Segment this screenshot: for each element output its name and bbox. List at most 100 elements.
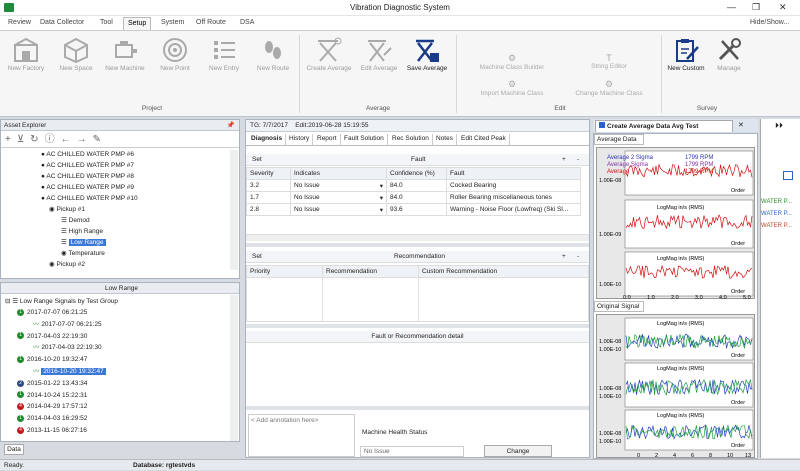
tab-fault-solution[interactable]: Fault Solution xyxy=(341,134,388,145)
add-fault-button[interactable]: + xyxy=(562,154,566,166)
brush-icon[interactable]: ✎ xyxy=(93,134,107,145)
tree-item-selected[interactable]: ☰ Low Range xyxy=(61,238,106,248)
y-tick-label: 1.00E-08 xyxy=(599,178,621,184)
new-factory-button[interactable]: New Factory xyxy=(4,37,48,73)
new-custom-button[interactable]: New Custom xyxy=(664,37,708,73)
info-icon[interactable]: ⓘ xyxy=(45,134,61,145)
tab-rec-solution[interactable]: Rec Solution xyxy=(389,134,433,145)
change-machine-class-button[interactable]: ⚙ Change Machine Class xyxy=(564,79,654,97)
tree-item[interactable]: ● AC CHILLED WATER PMP #10 xyxy=(41,194,138,204)
tree-item[interactable]: ● AC CHILLED WATER PMP #9 xyxy=(41,183,134,193)
tab-system[interactable]: System xyxy=(157,17,188,30)
y-axis-label: LogMag in/s (RMS) xyxy=(657,205,705,211)
tab-tool[interactable]: Tool xyxy=(96,17,117,30)
tab-off-route[interactable]: Off Route xyxy=(192,17,230,30)
signal-item[interactable]: 4 2013-11-15 06:27:16 xyxy=(17,426,87,436)
signal-item[interactable]: 1 2014-10-24 15:22:31 xyxy=(17,391,87,401)
new-space-button[interactable]: New Space xyxy=(54,37,98,73)
remove-rec-button[interactable]: - xyxy=(577,251,579,263)
right-list-item[interactable]: WATER P... xyxy=(761,199,792,205)
signal-subitem[interactable]: 〰 2016-10-20 19:32:47 xyxy=(33,367,106,377)
new-machine-button[interactable]: New Machine xyxy=(103,37,147,73)
signal-subitem[interactable]: 〰 2017-07-07 06:21:25 xyxy=(33,320,102,330)
splitter[interactable] xyxy=(246,243,589,247)
tree-item[interactable]: ☰ Demod xyxy=(61,216,90,226)
signals-root[interactable]: ⊟ ☰ Low Range Signals by Test Group xyxy=(5,297,118,307)
tree-item[interactable]: ● AC CHILLED WATER PMP #7 xyxy=(41,161,134,171)
table-row[interactable]: 1.7 No Issue ▾ 84.0 Roller Bearing miscellan… xyxy=(246,191,581,204)
tab-history[interactable]: History xyxy=(286,134,314,145)
average-data-tab[interactable]: Average Data xyxy=(594,134,644,145)
splitter[interactable] xyxy=(246,406,589,410)
add-rec-button[interactable]: + xyxy=(562,251,566,263)
remove-fault-button[interactable]: - xyxy=(577,154,579,166)
save-average-button[interactable]: Save Average xyxy=(405,37,449,73)
x-tick-label: 3.0 xyxy=(695,295,703,300)
original-signal-tab[interactable]: Original Signal xyxy=(594,301,644,312)
table-row[interactable]: 3.2 No Issue ▾ 84.0 Cocked Bearing xyxy=(246,179,581,192)
import-machine-class-button[interactable]: ⚙ Import Machine Class xyxy=(472,79,552,97)
hide-show-button[interactable]: Hide/Show... xyxy=(746,17,793,30)
tab-diagnosis[interactable]: Diagnosis xyxy=(248,134,287,145)
signal-item[interactable]: 4 2014-04-29 17:57:12 xyxy=(17,402,87,412)
signal-item[interactable]: 1 2014-04-03 16:29:52 xyxy=(17,414,87,424)
splitter[interactable] xyxy=(246,324,589,328)
add-icon[interactable]: + xyxy=(5,134,17,145)
tree-item[interactable]: ◉ Pickup #2 xyxy=(49,260,85,270)
status-circle-icon: 1 xyxy=(17,332,24,340)
tab-notes[interactable]: Notes xyxy=(433,134,457,145)
tree-item[interactable]: ● AC CHILLED WATER PMP #8 xyxy=(41,172,134,182)
table-row[interactable]: 2.8 No Issue ▾ 93.6 Warning - Noise Floor (L… xyxy=(246,203,581,216)
asset-explorer-header: Asset Explorer 📌 xyxy=(1,120,239,131)
tab-data-collector[interactable]: Data Collector xyxy=(36,17,88,30)
close-tab-icon[interactable]: ✕ xyxy=(738,121,744,129)
tree-item[interactable]: ● AC CHILLED WATER PMP #6 xyxy=(41,150,134,160)
right-list-item[interactable]: WATER P... xyxy=(761,211,792,217)
tools-icon xyxy=(716,37,742,63)
manage-button[interactable]: Manage xyxy=(707,37,751,73)
close-button[interactable]: ✕ xyxy=(779,2,787,13)
export-icon[interactable] xyxy=(783,171,793,180)
vertical-scrollbar[interactable] xyxy=(230,150,238,270)
tree-item[interactable]: ◉ Pickup #1 xyxy=(49,205,85,215)
back-arrow-icon[interactable]: ← xyxy=(61,134,77,145)
signal-subitem[interactable]: 〰 2017-04-03 22:19:30 xyxy=(33,343,102,353)
signal-item[interactable]: 1 2016-10-20 19:32:47 xyxy=(17,355,87,365)
panel-arrow-icon[interactable]: ⏵⏵ xyxy=(775,121,783,131)
tab-edit-cited-peak[interactable]: Edit Cited Peak xyxy=(458,134,510,145)
new-entry-button[interactable]: New Entry xyxy=(202,37,246,73)
rotate-icon[interactable]: ↻ xyxy=(30,134,44,145)
filter-icon[interactable]: ⊻ xyxy=(17,134,30,145)
tab-setup[interactable]: Setup xyxy=(123,17,152,30)
tab-review[interactable]: Review xyxy=(4,17,35,30)
create-average-button[interactable]: Create Average xyxy=(304,37,354,73)
data-tab[interactable]: Data xyxy=(4,444,24,455)
tab-report[interactable]: Report xyxy=(314,134,341,145)
legend-rpm: 1799 RPM xyxy=(685,155,713,161)
horizontal-scrollbar[interactable] xyxy=(246,234,589,241)
tab-dsa[interactable]: DSA xyxy=(236,17,258,30)
signal-date: 2013-11-15 06:27:16 xyxy=(27,427,87,434)
signal-item[interactable]: 1 2017-04-03 22:19:30 xyxy=(17,332,87,342)
right-list-item[interactable]: WATER P... xyxy=(761,223,792,229)
change-button[interactable]: Change xyxy=(484,445,552,457)
forward-arrow-icon[interactable]: → xyxy=(77,134,93,145)
string-editor-button[interactable]: T String Editor xyxy=(574,53,644,70)
tree-item[interactable]: ◉ Temperature xyxy=(61,249,105,259)
restore-button[interactable]: ❐ xyxy=(752,2,760,13)
vertical-scrollbar[interactable] xyxy=(230,295,238,441)
string-editor-label: String Editor xyxy=(591,63,627,70)
tree-item[interactable]: ☰ High Range xyxy=(61,227,103,237)
new-point-button[interactable]: New Point xyxy=(153,37,197,73)
pin-icon[interactable]: 📌 xyxy=(227,120,235,131)
x-tick-label: 0.0 xyxy=(623,295,631,300)
machine-class-builder-button[interactable]: ⚙ Machine Class Builder xyxy=(472,53,552,71)
signal-item[interactable]: 2 2015-01-22 13:43:34 xyxy=(17,379,87,389)
annotation-box[interactable]: < Add annotation here> xyxy=(248,414,355,457)
new-route-button[interactable]: New Route xyxy=(251,37,295,73)
average-tab-icon xyxy=(599,122,605,128)
minimize-button[interactable]: — xyxy=(727,2,736,12)
edit-average-button[interactable]: Edit Average xyxy=(357,37,401,73)
signal-item[interactable]: 1 2017-07-07 06:21:25 xyxy=(17,308,87,318)
average-tab[interactable]: Create Average Data Avg Test xyxy=(595,120,733,132)
